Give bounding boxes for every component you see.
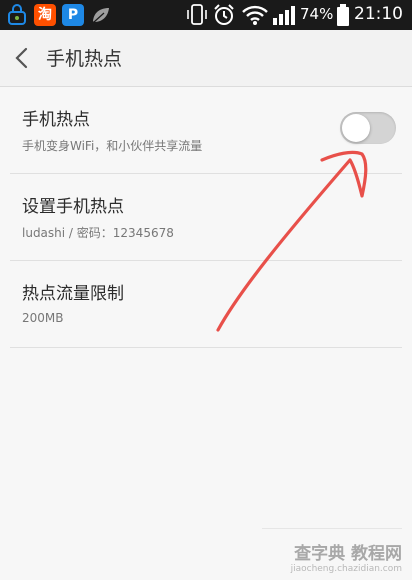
signal-icon [272, 4, 296, 30]
watermark: 查字典 教程网 jiaocheng.chazidian.com [291, 539, 402, 574]
data-limit-row[interactable]: 热点流量限制 200MB [0, 261, 412, 347]
header-bar: 手机热点 [0, 30, 412, 87]
data-limit-title: 热点流量限制 [22, 284, 124, 304]
divider [10, 347, 402, 348]
bag-lock-icon [6, 4, 28, 26]
configure-hotspot-subtitle: ludashi / 密码：12345678 [22, 226, 174, 240]
clock: 21:10 [354, 4, 403, 24]
screen: 淘 P 74% 21:10 手机热点 手机热点 手机变身WiFi，和小伙伴共享流… [0, 0, 412, 580]
hotspot-subtitle: 手机变身WiFi，和小伙伴共享流量 [22, 139, 203, 153]
back-button[interactable] [10, 44, 36, 72]
leaf-icon [90, 4, 112, 26]
hotspot-toggle[interactable] [340, 112, 396, 144]
alarm-icon [212, 3, 236, 31]
status-bar: 淘 P 74% 21:10 [0, 0, 412, 30]
configure-hotspot-title: 设置手机热点 [22, 197, 124, 217]
data-limit-subtitle: 200MB [22, 311, 64, 325]
watermark-sub: jiaocheng.chazidian.com [290, 564, 402, 574]
phone-vibrate-icon [186, 3, 208, 31]
battery-icon [336, 3, 350, 31]
page-title: 手机热点 [46, 48, 123, 70]
parking-icon: P [62, 4, 84, 26]
battery-percent: 74% [300, 5, 334, 23]
toggle-knob [342, 114, 370, 142]
wifi-icon [242, 4, 268, 30]
watermark-main: 查字典 教程网 [294, 544, 402, 564]
bottom-divider [262, 528, 402, 529]
chevron-left-icon [15, 47, 28, 69]
taobao-icon: 淘 [34, 4, 56, 26]
hotspot-title: 手机热点 [22, 110, 90, 130]
system-status: 74% 21:10 [186, 0, 406, 30]
configure-hotspot-row[interactable]: 设置手机热点 ludashi / 密码：12345678 [0, 174, 412, 260]
